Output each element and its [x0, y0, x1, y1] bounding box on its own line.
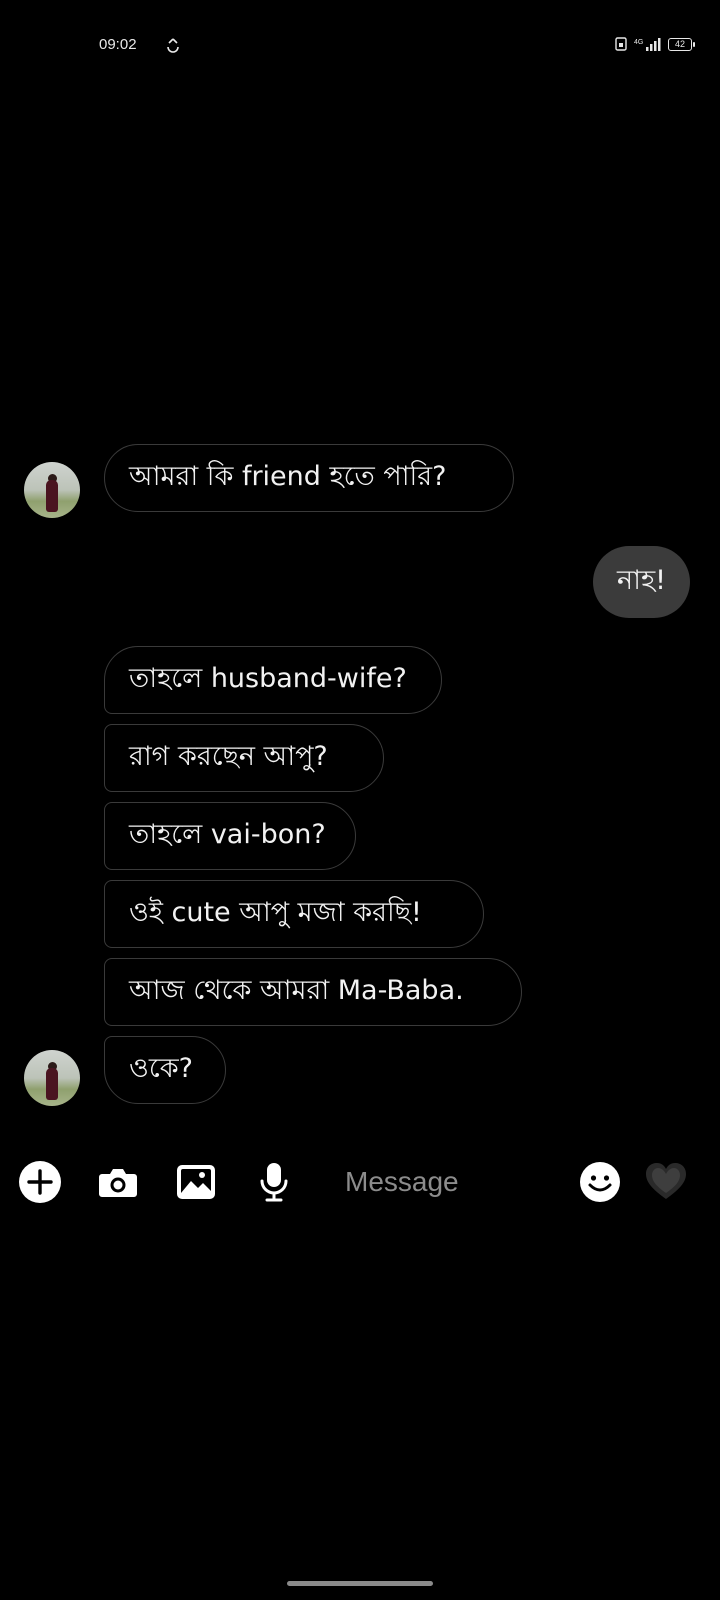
received-message[interactable]: রাগ করছেন আপু? — [104, 724, 384, 792]
received-message[interactable]: আজ থেকে আমরা Ma-Baba. — [104, 958, 522, 1026]
received-message[interactable]: তাহলে vai-bon? — [104, 802, 356, 870]
message-input[interactable] — [345, 1162, 565, 1202]
received-message[interactable]: তাহলে husband-wife? — [104, 646, 442, 714]
heart-icon[interactable] — [644, 1160, 688, 1204]
gallery-icon[interactable] — [174, 1160, 218, 1204]
add-icon[interactable] — [18, 1160, 62, 1204]
message-composer — [0, 1160, 720, 1230]
sim-icon — [615, 37, 627, 51]
contact-avatar[interactable] — [24, 1050, 80, 1106]
sync-icon — [167, 38, 179, 53]
signal-icon: 4G — [634, 38, 661, 51]
received-message[interactable]: ওকে? — [104, 1036, 226, 1104]
received-message[interactable]: আমরা কি friend হতে পারি? — [104, 444, 514, 512]
contact-avatar[interactable] — [24, 462, 80, 518]
camera-icon[interactable] — [96, 1160, 140, 1204]
microphone-icon[interactable] — [252, 1160, 296, 1204]
received-message[interactable]: ওই cute আপু মজা করছি! — [104, 880, 484, 948]
battery-icon: 42 — [668, 37, 695, 51]
svg-text:4G: 4G — [634, 39, 643, 46]
home-indicator[interactable] — [287, 1581, 433, 1586]
emoji-icon[interactable] — [578, 1160, 622, 1204]
sent-message[interactable]: নাহ! — [593, 546, 690, 618]
status-time: 09:02 — [99, 36, 137, 53]
